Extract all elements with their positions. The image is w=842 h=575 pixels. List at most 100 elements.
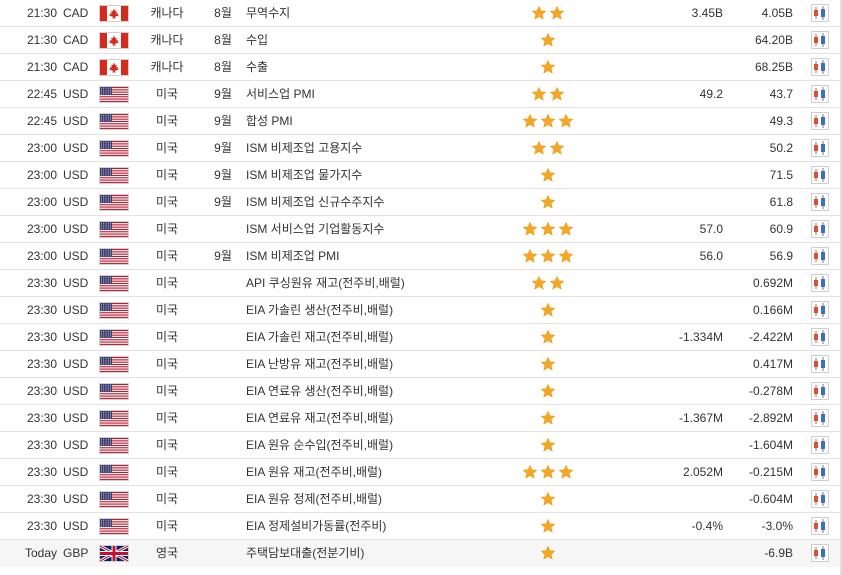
event-name[interactable]: ISM 비제조업 고용지수: [246, 135, 506, 161]
event-forecast: 57.0: [699, 222, 723, 236]
event-forecast: -1.367M: [678, 411, 723, 425]
event-previous: -0.604M: [748, 492, 793, 506]
chart-button[interactable]: [811, 85, 829, 103]
event-name[interactable]: 수출: [246, 54, 506, 80]
event-country: 캐나다: [150, 33, 184, 47]
event-row[interactable]: 23:30 USD 미국 EIA 가솔린 재고(전주비,배럴) -1.334M -2.42…: [0, 324, 842, 351]
event-name[interactable]: ISM 비제조업 물가지수: [246, 162, 506, 188]
us-flag: [100, 492, 128, 507]
chart-button[interactable]: [811, 436, 829, 454]
event-previous: 43.7: [769, 87, 793, 101]
importance-rating: [520, 437, 576, 453]
event-row[interactable]: 23:30 USD 미국 EIA 연료유 생산(전주비,배럴) -0.278M: [0, 378, 842, 405]
event-name[interactable]: 서비스업 PMI: [246, 81, 506, 107]
event-period: [206, 216, 240, 242]
event-time: 23:00: [26, 195, 57, 209]
chart-button[interactable]: [811, 139, 829, 157]
event-row[interactable]: 21:30 CAD 캐나다 8월 수출 68.25B: [0, 54, 842, 81]
chart-button[interactable]: [811, 463, 829, 481]
event-country: 영국: [155, 546, 179, 560]
chart-icon: [811, 166, 829, 187]
us-flag: [100, 465, 128, 480]
event-country: 미국: [155, 519, 179, 533]
event-name[interactable]: ISM 서비스업 기업활동지수: [246, 216, 506, 242]
event-row[interactable]: 23:00 USD 미국 9월 ISM 비제조업 물가지수 71.5: [0, 162, 842, 189]
event-row[interactable]: 23:30 USD 미국 EIA 난방유 재고(전주비,배럴) 0.417M: [0, 351, 842, 378]
chart-button[interactable]: [811, 274, 829, 292]
event-row[interactable]: 21:30 CAD 캐나다 8월 수입 64.20B: [0, 27, 842, 54]
event-period: [206, 270, 240, 296]
event-name[interactable]: EIA 정제설비가동률(전주비): [246, 513, 506, 539]
event-name[interactable]: API 쿠싱원유 재고(전주비,배럴): [246, 270, 506, 296]
chart-button[interactable]: [811, 220, 829, 238]
event-time: 21:30: [26, 6, 57, 20]
event-row[interactable]: 21:30 CAD 캐나다 8월 무역수지 3.45B 4.05B: [0, 0, 842, 27]
event-name[interactable]: EIA 원유 정제(전주비,배럴): [246, 486, 506, 512]
event-name[interactable]: EIA 가솔린 생산(전주비,배럴): [246, 297, 506, 323]
event-row[interactable]: Today GBP 영국 주택담보대출(전분기비) -6.9B: [0, 540, 842, 567]
event-name[interactable]: EIA 가솔린 재고(전주비,배럴): [246, 324, 506, 350]
chart-button[interactable]: [811, 301, 829, 319]
chart-button[interactable]: [811, 193, 829, 211]
event-row[interactable]: 23:30 USD 미국 EIA 원유 재고(전주비,배럴) 2.052M -0.215M: [0, 459, 842, 486]
chart-button[interactable]: [811, 355, 829, 373]
event-time: 23:00: [26, 168, 57, 182]
star-icon: [540, 491, 556, 507]
chart-button[interactable]: [811, 517, 829, 535]
star-icon: [540, 302, 556, 318]
event-row[interactable]: 23:30 USD 미국 EIA 정제설비가동률(전주비) -0.4% -3.0%: [0, 513, 842, 540]
chart-button[interactable]: [811, 490, 829, 508]
event-name[interactable]: EIA 난방유 재고(전주비,배럴): [246, 351, 506, 377]
us-flag: [100, 168, 128, 183]
event-row[interactable]: 23:30 USD 미국 EIA 원유 정제(전주비,배럴) -0.604M: [0, 486, 842, 513]
importance-rating: [520, 302, 576, 318]
chart-button[interactable]: [811, 112, 829, 130]
chart-button[interactable]: [811, 382, 829, 400]
event-currency: CAD: [63, 6, 89, 20]
ca-flag: [100, 60, 128, 75]
event-forecast: [620, 351, 723, 377]
event-name[interactable]: 수입: [246, 27, 506, 53]
event-name[interactable]: ISM 비제조업 PMI: [246, 243, 506, 269]
event-currency: USD: [63, 384, 89, 398]
event-name[interactable]: 주택담보대출(전분기비): [246, 540, 506, 566]
event-previous: 60.9: [769, 222, 793, 236]
chart-button[interactable]: [811, 409, 829, 427]
chart-button[interactable]: [811, 166, 829, 184]
event-name[interactable]: EIA 연료유 생산(전주비,배럴): [246, 378, 506, 404]
event-row[interactable]: 23:30 USD 미국 EIA 가솔린 생산(전주비,배럴) 0.166M: [0, 297, 842, 324]
event-row[interactable]: 23:00 USD 미국 9월 ISM 비제조업 고용지수 50.2: [0, 135, 842, 162]
chart-button[interactable]: [811, 31, 829, 49]
event-currency: USD: [63, 438, 89, 452]
importance-rating: [520, 221, 576, 237]
event-currency: USD: [63, 465, 89, 479]
event-name[interactable]: ISM 비제조업 신규수주지수: [246, 189, 506, 215]
event-row[interactable]: 22:45 USD 미국 9월 합성 PMI 49.3: [0, 108, 842, 135]
event-row[interactable]: 23:30 USD 미국 API 쿠싱원유 재고(전주비,배럴) 0.692M: [0, 270, 842, 297]
event-time: 23:30: [26, 465, 57, 479]
chart-button[interactable]: [811, 544, 829, 562]
event-row[interactable]: 23:30 USD 미국 EIA 원유 순수입(전주비,배럴) -1.604M: [0, 432, 842, 459]
event-row[interactable]: 23:00 USD 미국 9월 ISM 비제조업 신규수주지수 61.8: [0, 189, 842, 216]
event-time: 21:30: [26, 33, 57, 47]
event-country: 캐나다: [150, 6, 184, 20]
event-name[interactable]: 합성 PMI: [246, 108, 506, 134]
chart-button[interactable]: [811, 4, 829, 22]
event-country: 미국: [155, 141, 179, 155]
star-icon: [531, 5, 547, 21]
chart-button[interactable]: [811, 58, 829, 76]
event-row[interactable]: 23:00 USD 미국 ISM 서비스업 기업활동지수 57.0 60.9: [0, 216, 842, 243]
event-row[interactable]: 23:00 USD 미국 9월 ISM 비제조업 PMI 56.0 56.9: [0, 243, 842, 270]
event-row[interactable]: 22:45 USD 미국 9월 서비스업 PMI 49.2 43.7: [0, 81, 842, 108]
star-icon: [540, 356, 556, 372]
event-name[interactable]: 무역수지: [246, 0, 506, 26]
event-name[interactable]: EIA 원유 재고(전주비,배럴): [246, 459, 506, 485]
chart-button[interactable]: [811, 328, 829, 346]
event-name[interactable]: EIA 연료유 재고(전주비,배럴): [246, 405, 506, 431]
event-row[interactable]: 23:30 USD 미국 EIA 연료유 재고(전주비,배럴) -1.367M -2.89…: [0, 405, 842, 432]
chart-button[interactable]: [811, 247, 829, 265]
uk-flag: [100, 546, 128, 561]
star-icon: [531, 275, 547, 291]
event-name[interactable]: EIA 원유 순수입(전주비,배럴): [246, 432, 506, 458]
event-country: 미국: [155, 357, 179, 371]
